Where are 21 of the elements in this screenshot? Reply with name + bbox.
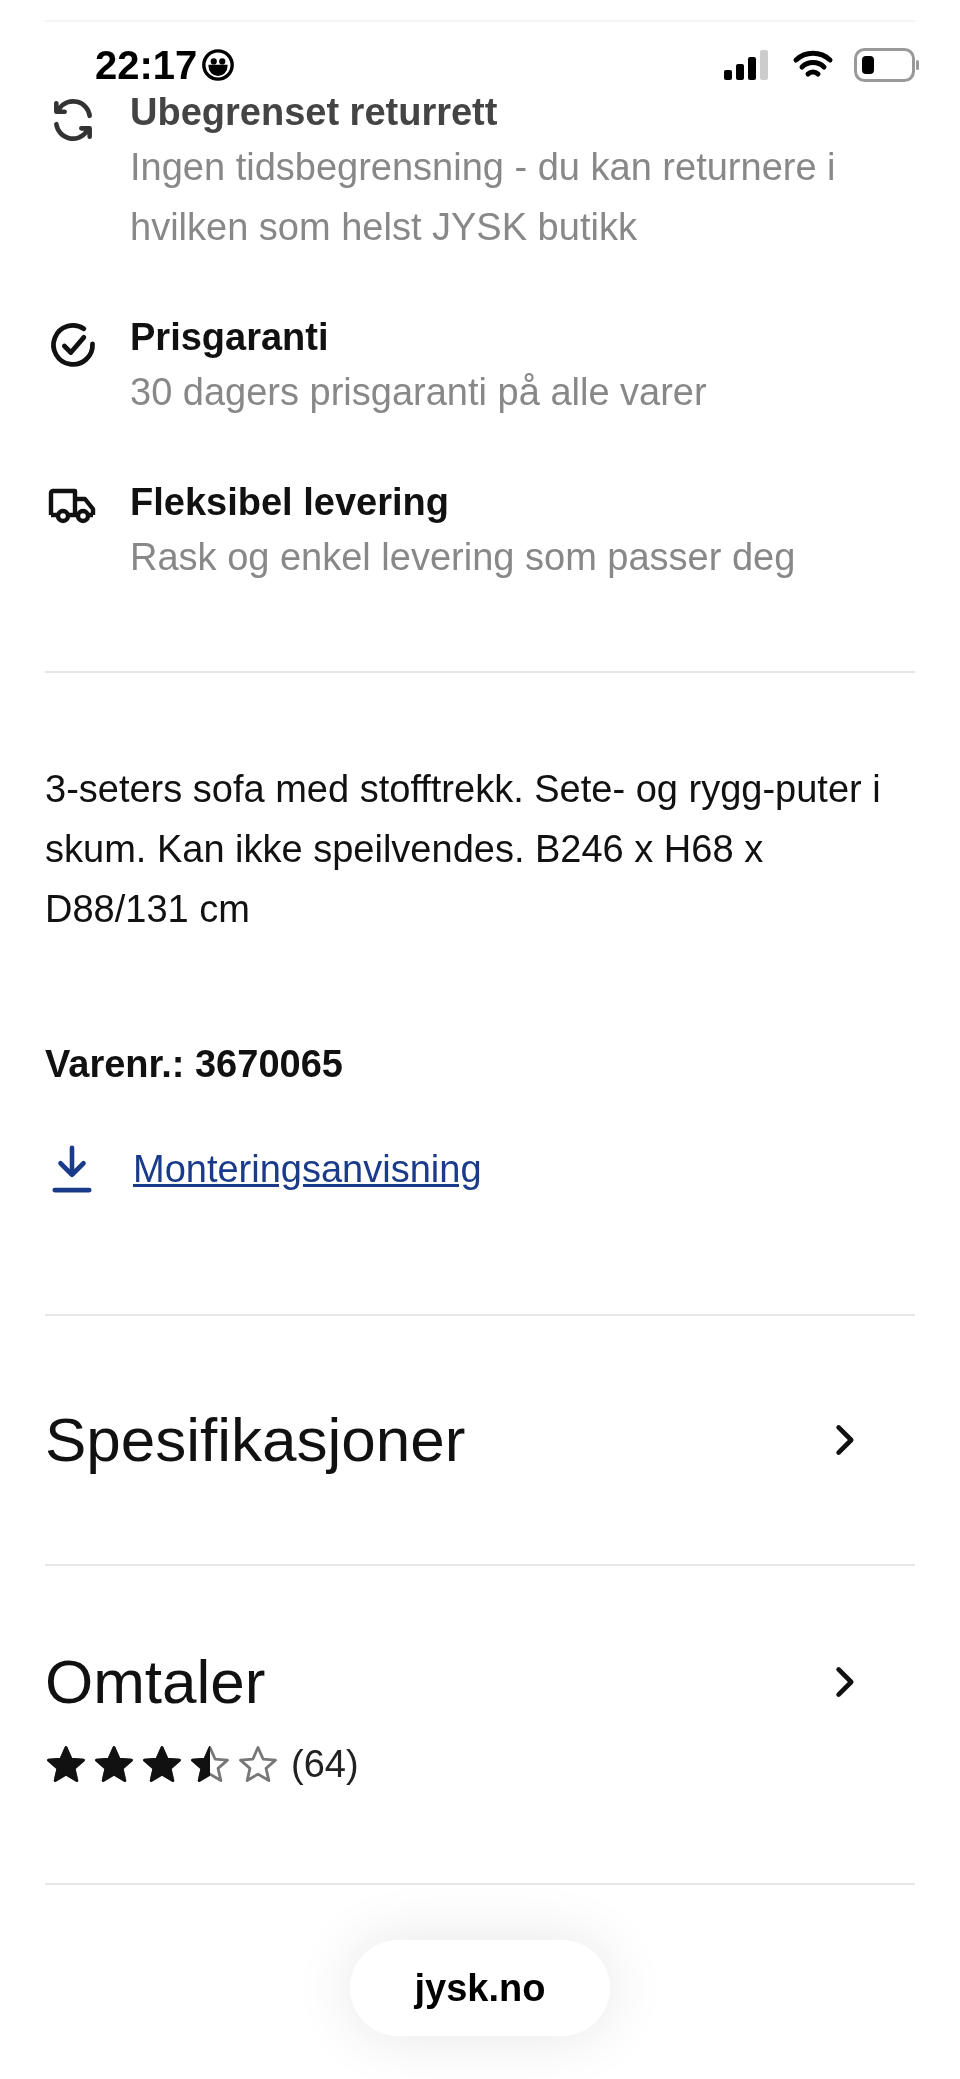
battery-icon [854, 48, 920, 82]
section-title: Spesifikasjoner [45, 1404, 466, 1476]
chevron-right-icon [833, 1422, 855, 1458]
benefit-text: Ingen tidsbegrensning - du kan returnere i hvilken som helst JYSK butikk [130, 145, 837, 250]
benefit-text: 30 dagers prisgaranti på alle varer [130, 370, 707, 415]
status-time: 22:17 [95, 45, 198, 85]
section-header[interactable]: Omtaler [45, 1646, 915, 1718]
benefit-title: Prisgaranti [130, 315, 330, 360]
smiley-icon [201, 48, 236, 82]
url-text: jysk.no [414, 1965, 546, 2011]
assembly-instructions-link[interactable]: Monteringsanvisning [133, 1144, 482, 1194]
product-description: 3-seters sofa med stofftrekk. Sete- og rygg-puter i skum. Kan ikke speilvendes. B246 x H68 x D88/131 cm [45, 767, 882, 932]
benefit-title: Ubegrenset returrett [130, 90, 499, 135]
item-number: Varenr.: 3670065 [45, 1042, 344, 1087]
chevron-right-icon [833, 1664, 855, 1700]
section-title: Omtaler [45, 1646, 266, 1718]
address-bar[interactable]: jysk.no [350, 1940, 610, 2036]
section-header[interactable]: Spesifikasjoner [45, 1404, 915, 1476]
benefit-title: Fleksibel levering [130, 480, 450, 525]
review-count: (64) [291, 1742, 359, 1787]
benefit-text: Rask og enkel levering som passer deg [130, 535, 796, 580]
